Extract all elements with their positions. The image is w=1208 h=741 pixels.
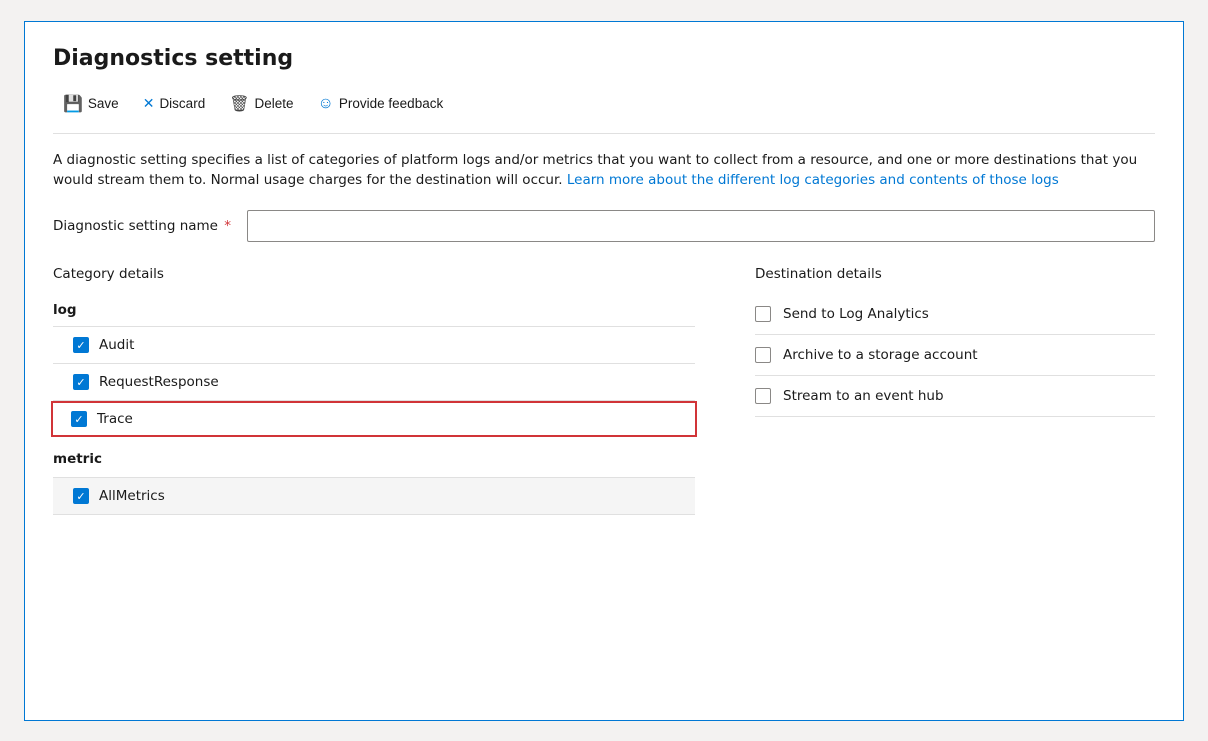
audit-label: Audit — [99, 337, 134, 353]
log-group-header: log — [53, 294, 695, 327]
setting-name-label: Diagnostic setting name * — [53, 218, 231, 234]
setting-name-input[interactable] — [247, 210, 1155, 242]
save-button[interactable]: 💾 Save — [53, 89, 129, 119]
requestresponse-row: ✓ RequestResponse — [53, 364, 695, 401]
main-content: Category details log ✓ Audit ✓ RequestRe… — [53, 266, 1155, 515]
trace-checkmark: ✓ — [74, 414, 83, 425]
required-indicator: * — [220, 218, 231, 234]
delete-icon: 🗑 — [229, 94, 249, 114]
allmetrics-checkmark: ✓ — [76, 491, 85, 502]
event-hub-label: Stream to an event hub — [783, 388, 944, 404]
storage-account-label: Archive to a storage account — [783, 347, 978, 363]
toolbar: 💾 Save ✕ Discard 🗑 Delete ☺ Provide feed… — [53, 89, 1155, 134]
discard-icon: ✕ — [143, 95, 155, 112]
allmetrics-row: ✓ AllMetrics — [53, 478, 695, 515]
description-text: A diagnostic setting specifies a list of… — [53, 150, 1153, 191]
setting-name-row: Diagnostic setting name * — [53, 210, 1155, 242]
storage-account-row: Archive to a storage account — [755, 335, 1155, 376]
audit-checkmark: ✓ — [76, 340, 85, 351]
delete-button[interactable]: 🗑 Delete — [219, 89, 303, 119]
feedback-button[interactable]: ☺ Provide feedback — [308, 90, 454, 118]
audit-checkbox[interactable]: ✓ — [73, 337, 89, 353]
allmetrics-checkbox[interactable]: ✓ — [73, 488, 89, 504]
trace-checkbox[interactable]: ✓ — [71, 411, 87, 427]
discard-button[interactable]: ✕ Discard — [133, 90, 216, 117]
event-hub-checkbox[interactable] — [755, 388, 771, 404]
requestresponse-checkbox[interactable]: ✓ — [73, 374, 89, 390]
requestresponse-label: RequestResponse — [99, 374, 219, 390]
category-details-header: Category details — [53, 266, 695, 282]
metric-group-header: metric — [53, 441, 695, 478]
category-details-section: Category details log ✓ Audit ✓ RequestRe… — [53, 266, 735, 515]
destination-details-section: Destination details Send to Log Analytic… — [735, 266, 1155, 515]
requestresponse-checkmark: ✓ — [76, 377, 85, 388]
learn-more-link[interactable]: Learn more about the different log categ… — [567, 172, 1059, 188]
event-hub-row: Stream to an event hub — [755, 376, 1155, 417]
log-analytics-row: Send to Log Analytics — [755, 294, 1155, 335]
audit-row: ✓ Audit — [53, 327, 695, 364]
save-icon: 💾 — [63, 94, 83, 114]
page-container: Diagnostics setting 💾 Save ✕ Discard 🗑 D… — [24, 21, 1184, 721]
allmetrics-label: AllMetrics — [99, 488, 165, 504]
page-title: Diagnostics setting — [53, 46, 1155, 71]
trace-label: Trace — [97, 411, 133, 427]
log-analytics-label: Send to Log Analytics — [783, 306, 929, 322]
feedback-icon: ☺ — [318, 95, 334, 113]
destination-details-header: Destination details — [755, 266, 1155, 282]
trace-row: ✓ Trace — [51, 401, 697, 437]
log-analytics-checkbox[interactable] — [755, 306, 771, 322]
storage-account-checkbox[interactable] — [755, 347, 771, 363]
